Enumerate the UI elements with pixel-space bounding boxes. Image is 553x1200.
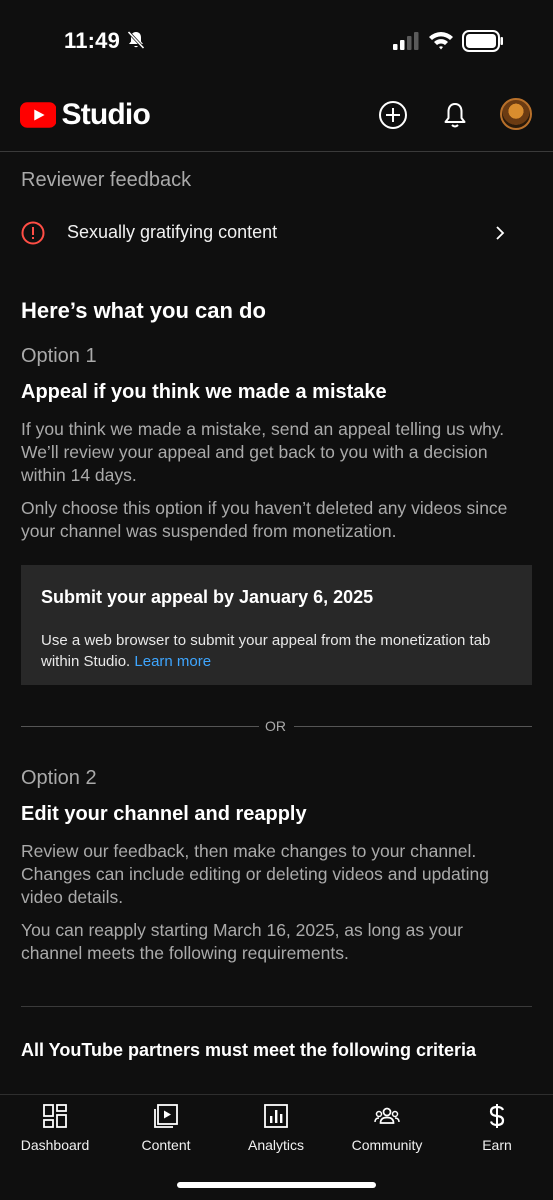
nav-dashboard[interactable]: Dashboard [5,1103,105,1163]
home-indicator[interactable] [177,1182,376,1188]
reviewer-feedback-title: Reviewer feedback [21,169,192,191]
learn-more-link[interactable]: Learn more [134,653,211,670]
divider-line-left [21,726,259,727]
studio-logo[interactable]: Studio [20,98,151,132]
avatar[interactable] [500,98,532,130]
nav-analytics-label: Analytics [247,1137,305,1153]
appeal-deadline-card: Submit your appeal by January 6, 2025 Us… [21,565,532,685]
nav-earn-label: Earn [482,1137,512,1153]
chevron-right-icon [496,226,505,240]
appeal-instructions: Use a web browser to submit your appeal … [41,630,521,672]
notifications-button[interactable] [438,98,472,132]
appeal-instructions-text: Use a web browser to submit your appeal … [41,632,491,670]
option2-description: Review our feedback, then make changes t… [21,841,489,907]
nav-content[interactable]: Content [116,1103,216,1163]
analytics-icon [264,1104,288,1128]
status-time: 11:49 [64,28,121,53]
divider-line-right [294,726,532,727]
nav-content-label: Content [141,1137,191,1153]
add-circle-icon [379,101,407,129]
option1-description: If you think we made a mistake, send an … [21,419,505,485]
option2-heading: Edit your channel and reapply [21,803,307,825]
logo-text: Studio [61,98,150,131]
option1-label: Option 1 [21,345,97,367]
option1-note: Only choose this option if you haven’t d… [21,498,508,541]
nav-community[interactable]: Community [337,1103,437,1163]
appeal-deadline-title: Submit your appeal by January 6, 2025 [41,587,374,607]
or-divider: OR [21,716,532,736]
earn-icon [489,1104,505,1128]
nav-earn[interactable]: Earn [447,1103,547,1163]
feedback-item[interactable]: Sexually gratifying content [0,212,553,254]
app-header: Studio [0,80,553,152]
nav-analytics[interactable]: Analytics [226,1103,326,1163]
bell-icon [444,103,466,128]
cellular-signal-icon [393,32,419,50]
nav-dashboard-label: Dashboard [20,1137,90,1153]
content-icon [154,1104,178,1128]
option2-label: Option 2 [21,767,97,789]
option1-heading: Appeal if you think we made a mistake [21,381,387,403]
bell-muted-icon [127,30,145,50]
wifi-icon [429,32,453,50]
or-text: OR [265,718,286,734]
create-button[interactable] [376,98,410,132]
divider [21,1006,532,1007]
battery-icon [462,30,503,52]
status-bar: 11:49 [0,0,553,80]
dashboard-icon [43,1104,67,1128]
nav-community-label: Community [351,1137,423,1153]
criteria-heading: All YouTube partners must meet the follo… [21,1040,477,1060]
community-icon [374,1107,400,1124]
alert-icon [21,221,45,245]
option2-note: You can reapply starting March 16, 2025,… [21,920,463,963]
feedback-item-label: Sexually gratifying content [67,222,278,242]
youtube-logo-icon [20,102,57,128]
section-heading: Here’s what you can do [21,298,266,323]
